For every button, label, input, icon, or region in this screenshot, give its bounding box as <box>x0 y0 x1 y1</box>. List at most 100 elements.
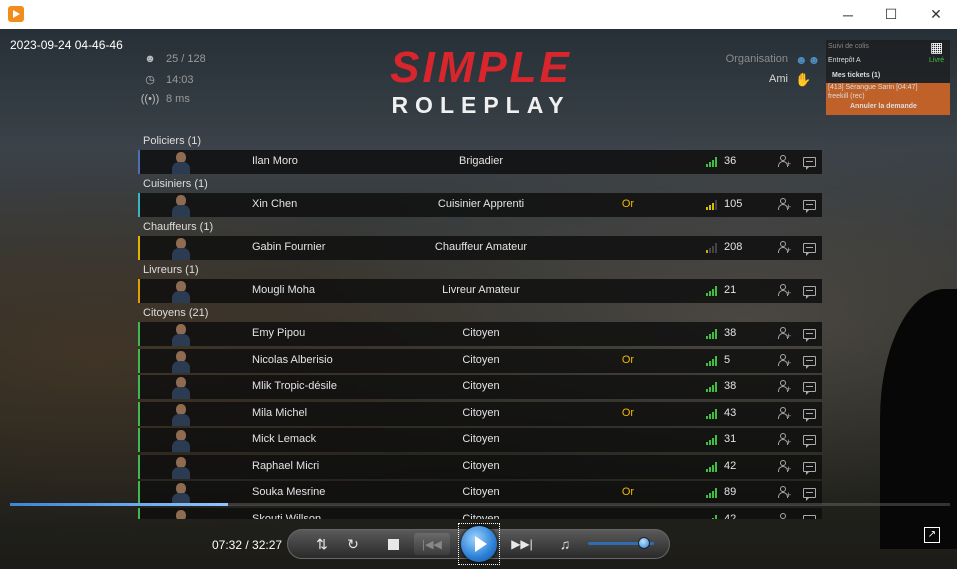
player-ping: 42 <box>724 459 737 472</box>
player-row[interactable]: Emy Pipou Citoyen 38 + <box>138 322 822 346</box>
player-row[interactable]: Raphael Micri Citoyen 42 + <box>138 454 822 479</box>
maximize-button[interactable]: ☐ <box>868 0 914 29</box>
volume-icon[interactable]: ♫ <box>555 529 575 559</box>
my-tickets-title: Mes tickets (1) <box>832 72 881 79</box>
avatar <box>170 279 192 303</box>
volume-knob[interactable] <box>638 537 651 549</box>
category-header: Citoyens (21) <box>143 307 209 319</box>
message-icon[interactable] <box>803 488 816 501</box>
message-icon[interactable] <box>803 461 816 475</box>
message-icon[interactable] <box>803 243 816 256</box>
avatar <box>170 150 192 174</box>
stop-icon[interactable] <box>385 529 401 559</box>
player-row[interactable]: Gabin Fournier Chauffeur Amateur 208 + <box>138 236 822 260</box>
player-name: Ilan Moro <box>252 155 298 167</box>
ticket-card[interactable]: [413] Sérangue Sarin [04:47] freekill (r… <box>826 83 950 115</box>
add-friend-icon[interactable]: + <box>778 353 792 369</box>
player-job: Citoyen <box>462 406 500 419</box>
message-icon[interactable] <box>803 200 816 213</box>
app-icon <box>8 6 24 22</box>
player-row[interactable]: Souka Mesrine Citoyen Or 89 + <box>138 481 822 505</box>
add-friend-icon[interactable]: + <box>778 432 792 448</box>
video-frame[interactable]: 2023-09-24 04-46-46 ☻ 25 / 128 ◷ 14:03 (… <box>0 29 957 569</box>
player-row[interactable]: Mlik Tropic-désile Citoyen 38 + <box>138 375 822 399</box>
menu-toggle-icon[interactable]: ▦ <box>930 39 943 56</box>
category-color-bar <box>138 348 140 373</box>
add-friend-icon[interactable]: + <box>778 512 792 519</box>
add-friend-icon[interactable]: + <box>778 283 792 299</box>
player-name: Raphael Micri <box>252 459 320 472</box>
category-color-bar <box>138 428 140 452</box>
player-name: Mlik Tropic-désile <box>252 380 337 392</box>
category-color-bar <box>138 193 140 217</box>
parcel-tracking-title: Suivi de colis <box>828 43 869 50</box>
add-friend-icon[interactable]: + <box>778 197 792 213</box>
signal-icon <box>706 157 717 167</box>
previous-icon[interactable]: |◀◀ <box>414 533 450 555</box>
player-job: Citoyen <box>462 433 500 445</box>
friend-label: Ami <box>769 73 788 85</box>
player-row[interactable]: Mila Michel Citoyen Or 43 + <box>138 401 822 426</box>
player-job: Chauffeur Amateur <box>434 241 528 253</box>
message-icon[interactable] <box>803 329 816 342</box>
player-ping: 21 <box>724 284 737 296</box>
close-button[interactable]: ✕ <box>913 0 957 29</box>
clock-icon: ◷ <box>145 74 155 86</box>
player-name: Emy Pipou <box>252 327 306 339</box>
handshake-icon: ✋ <box>795 72 812 87</box>
signal-icon <box>706 329 717 339</box>
category-header: Livreurs (1) <box>143 264 199 276</box>
next-icon[interactable]: ▶▶| <box>509 529 535 559</box>
delivered-status: Livré <box>929 57 945 64</box>
player-name: Souka Mesrine <box>252 486 326 498</box>
message-icon[interactable] <box>803 382 816 395</box>
add-friend-icon[interactable]: + <box>778 485 792 501</box>
avatar <box>170 402 192 426</box>
player-name: Nicolas Alberisio <box>252 353 333 366</box>
player-job: Citoyen <box>462 459 500 472</box>
avatar <box>170 481 192 505</box>
player-row[interactable]: Skouti Willson Citoyen 42 + <box>138 507 822 520</box>
message-icon[interactable] <box>803 514 816 519</box>
player-row[interactable]: Xin Chen Cuisinier Apprenti Or 105 + <box>138 193 822 217</box>
cancel-request-button[interactable]: Annuler la demande <box>850 103 917 110</box>
player-row[interactable]: Nicolas Alberisio Citoyen Or 5 + <box>138 348 822 373</box>
logo-simple: SIMPLE <box>390 43 572 92</box>
player-job: Citoyen <box>462 327 500 339</box>
add-friend-icon[interactable]: + <box>778 154 792 170</box>
add-friend-icon[interactable]: + <box>778 379 792 395</box>
shuffle-icon[interactable]: ⇅ <box>312 529 332 559</box>
player-job: Cuisinier Apprenti <box>437 198 525 210</box>
logo-roleplay: ROLEPLAY <box>391 92 571 118</box>
player-name: Skouti Willson <box>252 512 322 520</box>
add-friend-icon[interactable]: + <box>778 240 792 256</box>
message-icon[interactable] <box>803 286 816 299</box>
seek-bar[interactable] <box>10 503 950 506</box>
message-icon[interactable] <box>803 355 816 369</box>
message-icon[interactable] <box>803 435 816 448</box>
minimize-button[interactable]: ─ <box>825 0 871 29</box>
player-row[interactable]: Mougli Moha Livreur Amateur 21 + <box>138 279 822 303</box>
vip-badge: Or <box>621 353 635 366</box>
player-row[interactable]: Ilan Moro Brigadier 36 + <box>138 150 822 174</box>
player-row[interactable]: Mick Lemack Citoyen 31 + <box>138 428 822 452</box>
avatar <box>170 455 192 479</box>
repeat-icon[interactable]: ↻ <box>343 529 363 559</box>
signal-icon <box>706 200 717 210</box>
message-icon[interactable] <box>803 157 816 170</box>
player-ping: 208 <box>724 241 743 253</box>
add-friend-icon[interactable]: + <box>778 326 792 342</box>
play-icon[interactable] <box>461 526 497 562</box>
warehouse-label: Entrepôt A <box>828 57 861 64</box>
signal-icon <box>706 435 717 445</box>
add-friend-icon[interactable]: + <box>778 406 792 422</box>
message-icon[interactable] <box>803 408 816 422</box>
signal-icon <box>706 461 717 472</box>
avatar <box>170 322 192 346</box>
fullscreen-icon[interactable]: ↗ <box>924 527 940 543</box>
ticket-info: [413] Sérangue Sarin [04:47] <box>828 84 918 91</box>
add-friend-icon[interactable]: + <box>778 459 792 475</box>
vip-badge: Or <box>621 406 635 419</box>
broadcast-icon: ((•)) <box>140 93 160 105</box>
vip-badge: Or <box>621 198 635 210</box>
